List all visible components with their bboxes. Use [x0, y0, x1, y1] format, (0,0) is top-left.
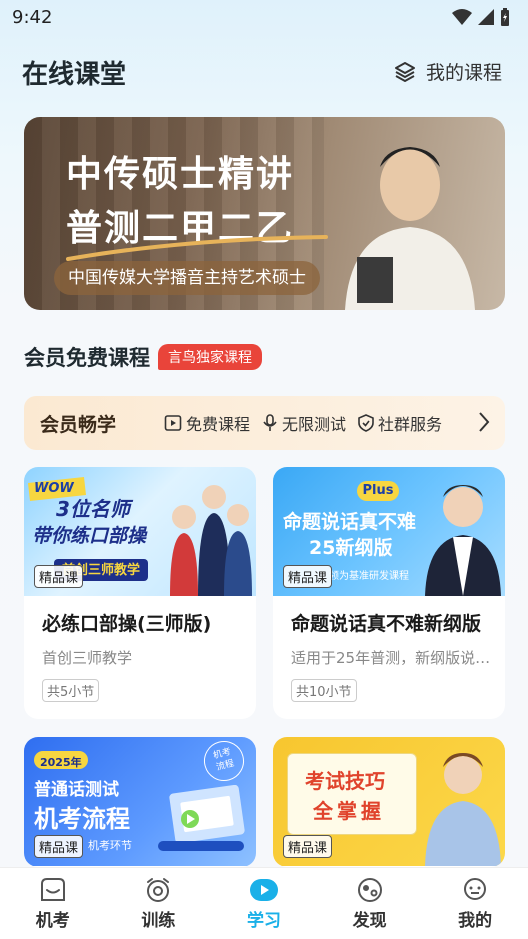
course-thumbnail: Plus 命题说话真不难 25新纲版 领为基准研发课程 精品课: [273, 467, 505, 596]
play-circle-icon: [249, 879, 278, 901]
thumbnail-line1: 普通话测试: [34, 780, 119, 800]
course-tag: 精品课: [283, 835, 333, 858]
year-badge-text: 2025年: [40, 756, 82, 769]
layers-icon: [394, 61, 415, 82]
mic-icon: [263, 414, 277, 431]
battery-icon: [501, 8, 509, 26]
course-thumbnail: 考试技巧 全掌握 精品课: [273, 737, 505, 866]
promo-banner[interactable]: 中传硕士精讲 普测二甲二乙 中国传媒大学播音主持艺术硕士: [24, 117, 505, 310]
my-courses-button[interactable]: 我的课程: [394, 58, 502, 85]
course-tag: 精品课: [34, 565, 84, 588]
vip-item-label: 免费课程: [186, 415, 251, 434]
alarm-icon: [147, 878, 170, 902]
section-header: 会员免费课程 言鸟独家课程: [24, 342, 262, 372]
course-card[interactable]: WOW 3位名师 带你练口部操 首创三师教学 精品课 必练口部操(三师版) 首创…: [24, 467, 256, 719]
thumbnail-line2: 机考流程: [34, 805, 130, 833]
nav-label: 机考: [35, 911, 70, 931]
course-thumbnail: WOW 3位名师 带你练口部操 首创三师教学 精品课: [24, 467, 256, 596]
nav-item-discover[interactable]: 发现: [317, 868, 423, 939]
status-time: 9:42: [12, 7, 53, 28]
play-icon: [164, 415, 182, 431]
bottom-navigation: 机考 训练 学习 发现 我的: [0, 867, 528, 939]
banner-subtitle: 中国传媒大学播音主持艺术硕士: [54, 261, 320, 295]
vip-item-unlimited-test: 无限测试: [262, 411, 346, 435]
teacher-image: [425, 485, 501, 596]
teachers-image: [170, 485, 252, 596]
thumbnail-line2: 全掌握: [313, 799, 385, 823]
thumbnail-footer: 领为基准研发课程: [329, 571, 409, 582]
course-title: 命题说话真不难新纲版: [291, 613, 482, 635]
wifi-icon: [452, 9, 472, 25]
status-icons: [452, 8, 510, 26]
vip-benefits-bar[interactable]: 会员畅学 免费课程 无限测试 社群服务: [24, 396, 505, 450]
course-title: 必练口部操(三师版): [42, 613, 212, 635]
course-tag: 精品课: [34, 835, 84, 858]
vip-item-community: 社群服务: [358, 411, 442, 435]
vip-item-label: 社群服务: [378, 415, 443, 434]
status-bar: 9:42: [0, 0, 528, 36]
thumbnail-line1: 考试技巧: [305, 769, 385, 793]
section-title: 会员免费课程: [24, 346, 150, 370]
nav-label: 发现: [352, 911, 387, 931]
course-tag: 精品课: [283, 565, 333, 588]
plus-badge: Plus: [357, 481, 399, 501]
course-card[interactable]: Plus 命题说话真不难 25新纲版 领为基准研发课程 精品课 命题说话真不难新…: [273, 467, 505, 719]
shield-icon: [358, 414, 374, 432]
vip-item-free-course: 免费课程: [164, 411, 250, 435]
profile-icon: [464, 878, 487, 900]
course-card[interactable]: 考试技巧 全掌握 精品课: [273, 737, 505, 867]
thumbnail-stamp: 机考流程: [199, 737, 249, 786]
course-description: 适用于25年普测，新纲版说话题目: [291, 649, 491, 667]
thumbnail-line1: 3位名师: [56, 497, 130, 521]
course-description: 首创三师教学: [42, 649, 133, 667]
nav-item-profile[interactable]: 我的: [422, 868, 528, 939]
nav-item-exam[interactable]: 机考: [0, 868, 106, 939]
signal-icon: [478, 9, 494, 25]
thumbnail-line2: 25新纲版: [309, 537, 393, 559]
header: 在线课堂 我的课程: [0, 50, 528, 94]
section-badge: 言鸟独家课程: [158, 344, 262, 370]
thumbnail-line2: 带你练口部操: [32, 525, 147, 547]
computer-illustration: [158, 785, 245, 851]
page-title: 在线课堂: [22, 60, 127, 90]
teacher-image: [425, 753, 501, 866]
thumbnail-line1: 命题说话真不难: [283, 511, 417, 533]
thumbnail-footer: 机考环节: [88, 839, 132, 852]
plus-badge-text: Plus: [362, 483, 394, 498]
year-badge: 2025年: [34, 751, 88, 769]
exam-icon: [40, 878, 65, 901]
lesson-count: 共5小节: [42, 679, 100, 702]
presenter-image: [345, 147, 475, 310]
my-courses-label: 我的课程: [425, 62, 502, 84]
vip-title: 会员畅学: [40, 413, 117, 436]
thumbnail-stamp-text: 机考流程: [212, 747, 236, 773]
nav-item-study[interactable]: 学习: [211, 868, 317, 939]
course-card[interactable]: 2025年 普通话测试 机考流程 机考流程 机考环节 精品课: [24, 737, 256, 867]
nav-item-training[interactable]: 训练: [106, 868, 212, 939]
banner-title-line1: 中传硕士精讲: [66, 154, 295, 195]
chevron-right-icon: [479, 412, 490, 432]
nav-label: 我的: [458, 911, 493, 931]
lesson-count: 共10小节: [291, 679, 357, 702]
compass-icon: [357, 878, 382, 902]
vip-item-label: 无限测试: [282, 415, 347, 434]
course-thumbnail: 2025年 普通话测试 机考流程 机考流程 机考环节 精品课: [24, 737, 256, 866]
nav-label: 训练: [141, 911, 176, 931]
nav-label: 学习: [246, 911, 281, 931]
